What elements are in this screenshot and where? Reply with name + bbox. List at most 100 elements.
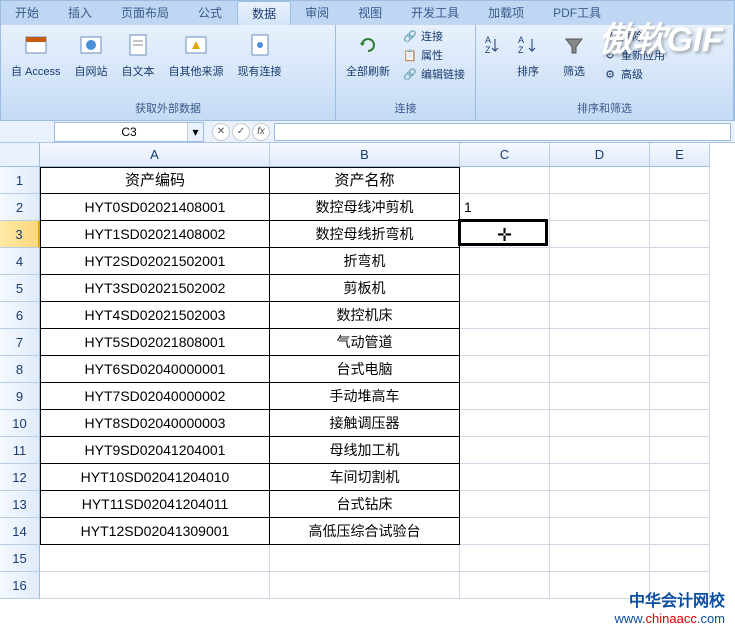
cell[interactable]: HYT2SD02021502001 — [40, 248, 270, 275]
properties-button[interactable]: 📋属性 — [398, 46, 469, 64]
cell[interactable]: HYT5SD02021808001 — [40, 329, 270, 356]
edit-links-button[interactable]: 🔗编辑链接 — [398, 65, 469, 83]
cell[interactable] — [550, 302, 650, 329]
cell[interactable] — [550, 275, 650, 302]
tab-developer[interactable]: 开发工具 — [397, 1, 474, 25]
cell[interactable] — [550, 221, 650, 248]
row-header[interactable]: 4 — [0, 248, 40, 275]
cell[interactable] — [550, 383, 650, 410]
row-header[interactable]: 12 — [0, 464, 40, 491]
cell[interactable]: 车间切割机 — [270, 464, 460, 491]
from-access-button[interactable]: 自 Access — [5, 27, 67, 81]
cell[interactable]: 1 — [460, 194, 550, 221]
cell[interactable] — [650, 383, 710, 410]
cell[interactable] — [550, 572, 650, 599]
cell[interactable]: 数控母线冲剪机 — [270, 194, 460, 221]
cell[interactable] — [460, 167, 550, 194]
row-header[interactable]: 13 — [0, 491, 40, 518]
cell[interactable] — [550, 491, 650, 518]
cell[interactable] — [650, 194, 710, 221]
row-header[interactable]: 8 — [0, 356, 40, 383]
fx-icon[interactable]: fx — [252, 123, 270, 141]
cell[interactable] — [460, 248, 550, 275]
cell[interactable] — [650, 221, 710, 248]
tab-pdf-tools[interactable]: PDF工具 — [539, 1, 616, 25]
cell[interactable] — [40, 545, 270, 572]
cell[interactable] — [460, 329, 550, 356]
cell[interactable] — [550, 194, 650, 221]
cell[interactable] — [550, 356, 650, 383]
cell[interactable] — [460, 383, 550, 410]
cell[interactable] — [550, 329, 650, 356]
cell[interactable]: 气动管道 — [270, 329, 460, 356]
cell[interactable]: HYT6SD02040000001 — [40, 356, 270, 383]
enter-formula-icon[interactable]: ✓ — [232, 123, 250, 141]
column-header-d[interactable]: D — [550, 143, 650, 167]
cell[interactable]: HYT1SD02021408002 — [40, 221, 270, 248]
row-header[interactable]: 1 — [0, 167, 40, 194]
cell[interactable] — [460, 545, 550, 572]
cell[interactable] — [460, 356, 550, 383]
tab-review[interactable]: 审阅 — [291, 1, 344, 25]
row-header[interactable]: 5 — [0, 275, 40, 302]
column-header-e[interactable]: E — [650, 143, 710, 167]
cell[interactable]: 高低压综合试验台 — [270, 518, 460, 545]
row-header[interactable]: 2 — [0, 194, 40, 221]
row-header[interactable]: 15 — [0, 545, 40, 572]
cell[interactable]: 数控机床 — [270, 302, 460, 329]
cell[interactable] — [650, 167, 710, 194]
tab-page-layout[interactable]: 页面布局 — [107, 1, 184, 25]
cell[interactable]: HYT3SD02021502002 — [40, 275, 270, 302]
cell[interactable] — [460, 221, 550, 248]
cell[interactable]: HYT10SD02041204010 — [40, 464, 270, 491]
column-header-a[interactable]: A — [40, 143, 270, 167]
existing-connections-button[interactable]: 现有连接 — [232, 27, 288, 81]
cell[interactable]: HYT11SD02041204011 — [40, 491, 270, 518]
cell[interactable] — [650, 545, 710, 572]
name-box[interactable]: C3 ▾ — [54, 122, 204, 142]
cell[interactable] — [650, 437, 710, 464]
tab-insert[interactable]: 插入 — [54, 1, 107, 25]
from-web-button[interactable]: 自网站 — [69, 27, 114, 81]
cell[interactable]: 数控母线折弯机 — [270, 221, 460, 248]
row-header[interactable]: 10 — [0, 410, 40, 437]
cell[interactable] — [650, 464, 710, 491]
cell[interactable]: 手动堆高车 — [270, 383, 460, 410]
cell[interactable] — [650, 329, 710, 356]
cell[interactable] — [650, 572, 710, 599]
cell[interactable] — [460, 464, 550, 491]
tab-view[interactable]: 视图 — [344, 1, 397, 25]
cell[interactable] — [650, 356, 710, 383]
reapply-button[interactable]: ↻重新应用 — [598, 46, 669, 64]
connections-button[interactable]: 🔗连接 — [398, 27, 469, 45]
cell[interactable] — [650, 518, 710, 545]
tab-data[interactable]: 数据 — [237, 1, 291, 25]
cell[interactable]: 资产编码 — [40, 167, 270, 194]
cell[interactable] — [460, 410, 550, 437]
cell[interactable] — [650, 275, 710, 302]
cell[interactable] — [460, 572, 550, 599]
cell[interactable] — [270, 572, 460, 599]
cell[interactable]: HYT12SD02041309001 — [40, 518, 270, 545]
cell[interactable]: 母线加工机 — [270, 437, 460, 464]
filter-button[interactable]: 筛选 — [552, 27, 596, 81]
cell[interactable] — [270, 545, 460, 572]
tab-formulas[interactable]: 公式 — [184, 1, 237, 25]
cell[interactable] — [460, 302, 550, 329]
cell[interactable] — [550, 545, 650, 572]
cell[interactable]: 资产名称 — [270, 167, 460, 194]
row-header[interactable]: 11 — [0, 437, 40, 464]
cell[interactable]: HYT9SD02041204001 — [40, 437, 270, 464]
cell[interactable] — [550, 437, 650, 464]
cell[interactable] — [550, 410, 650, 437]
column-header-c[interactable]: C — [460, 143, 550, 167]
select-all-button[interactable] — [0, 143, 40, 167]
sort-asc-button[interactable]: AZ — [480, 27, 504, 65]
cell[interactable]: 接触调压器 — [270, 410, 460, 437]
cell[interactable]: 台式电脑 — [270, 356, 460, 383]
name-box-dropdown[interactable]: ▾ — [187, 123, 203, 141]
row-header[interactable]: 6 — [0, 302, 40, 329]
from-other-button[interactable]: 自其他来源 — [163, 27, 230, 81]
row-header[interactable]: 7 — [0, 329, 40, 356]
sort-button[interactable]: AZ 排序 — [506, 27, 550, 81]
